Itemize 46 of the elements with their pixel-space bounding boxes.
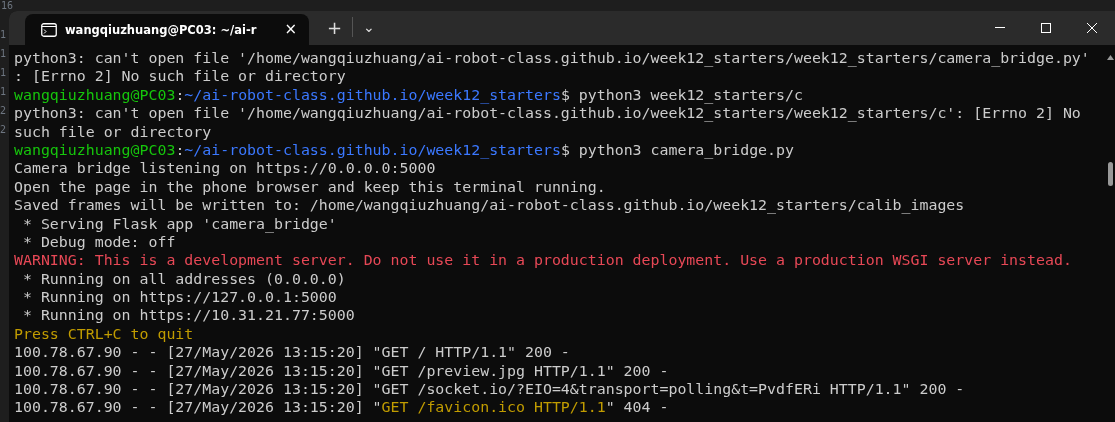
new-tab-button[interactable]: + [316, 13, 353, 41]
terminal-text: * Running on https://10.31.21.77:5000 [21, 306, 355, 325]
line-number: 1 [0, 85, 8, 99]
terminal-text: * Debug mode: off [21, 232, 176, 251]
scrollbar-thumb[interactable] [1108, 162, 1113, 186]
tab-title: wangqiuzhuang@PC03: ~/ai-r [65, 22, 257, 37]
terminal-text: python3: can't open file '/home/wangqiuzhuang/ai-robot-class.github.io/week12_starters/week12_starters/camera_bridge.py' [14, 49, 1090, 67]
scroll-up-icon[interactable] [1107, 55, 1114, 60]
terminal-text: Camera bridge listening on https://0.0.0.0:5000 [14, 159, 436, 178]
terminal-text: 100.78.67.90 - - [27/May/2026 13:15:20] "GET /preview.jpg HTTP/1.1" 200 - [14, 361, 669, 380]
minimize-icon [995, 27, 1005, 29]
terminal-text: ~/ai-robot-class.github.io/week12_starters [184, 140, 561, 159]
terminal-text: 100.78.67.90 - - [27/May/2026 13:15:20] "GET /socket.io/?EIO=4&transport=polling&t=PvdfERi HTTP/1.1" 200 - [14, 380, 965, 399]
terminal-text: wangqiuzhuang@PC03 [14, 140, 176, 159]
terminal-text: ~/ai-robot-class.github.io/week12_starters [184, 85, 561, 104]
terminal-text: 100.78.67.90 - - [27/May/2026 13:15:20] " [14, 398, 382, 417]
terminal-text: $ python3 camera_bridge.py [560, 140, 794, 159]
terminal-text: Saved frames will be written to: /home/wangqiuzhuang/ai-robot-class.github.io/week12_starters/calib_images [14, 196, 965, 215]
terminal-text: Press CTRL+C to quit [14, 324, 194, 343]
terminal-text: such file or directory [14, 122, 212, 141]
terminal-text: GET /favicon.ico HTTP/1.1 [381, 398, 606, 417]
terminal-text: 100.78.67.90 - - [27/May/2026 13:15:20] "GET / HTTP/1.1" 200 - [14, 343, 570, 362]
terminal-text: * Running on https://127.0.0.1:5000 [21, 288, 337, 307]
terminal-text: WARNING: This is a development server. Do not use it in a production deployment. Use a production WSGI server instead. [14, 251, 1072, 270]
terminal-text: python3: can't open file '/home/wangqiuzhuang/ai-robot-class.github.io/week12_starters/week12_starters/c': [Errno 2] No [14, 104, 1081, 123]
terminal-text: : [Errno 2] No such file or directory [14, 67, 346, 86]
maximize-icon [1041, 23, 1051, 33]
terminal-tab[interactable]: wangqiuzhuang@PC03: ~/ai-r × [25, 14, 309, 45]
line-number: 1 [0, 66, 8, 80]
terminal-text: * Running on all addresses (0.0.0.0) [21, 269, 346, 288]
line-number: 1 [0, 28, 8, 42]
line-number: 2 [0, 104, 8, 118]
line-number: 2 [0, 123, 8, 137]
dropdown-button[interactable]: ⌄ [353, 13, 385, 41]
tab-close-button[interactable]: × [280, 22, 301, 37]
terminal-text: wangqiuzhuang@PC03 [14, 85, 176, 104]
terminal-text: : [175, 140, 185, 159]
terminal-text: " 404 - [605, 398, 669, 417]
terminal-text: * Serving Flask app 'camera_bridge' [21, 214, 337, 233]
terminal-text: Open the page in the phone browser and keep this terminal running. [14, 177, 606, 196]
terminal-text: : [175, 85, 185, 104]
line-number: 16 [1, 0, 14, 11]
terminal-icon [41, 22, 57, 37]
terminal-text: $ python3 week12_starters/c [560, 85, 803, 104]
close-icon [1087, 23, 1097, 33]
line-number: 1 [0, 47, 8, 61]
